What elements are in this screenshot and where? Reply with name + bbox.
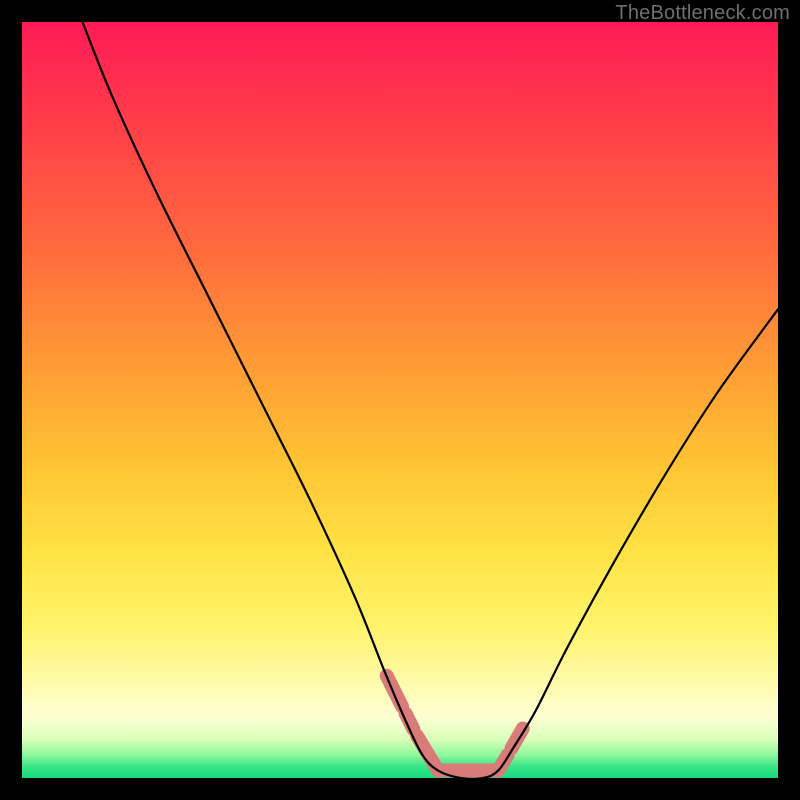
plot-area [22, 22, 778, 778]
valley-marker-segment [512, 729, 523, 749]
chart-svg [22, 22, 778, 778]
bottleneck-curve-path [82, 22, 778, 778]
chart-frame: TheBottleneck.com [0, 0, 800, 800]
